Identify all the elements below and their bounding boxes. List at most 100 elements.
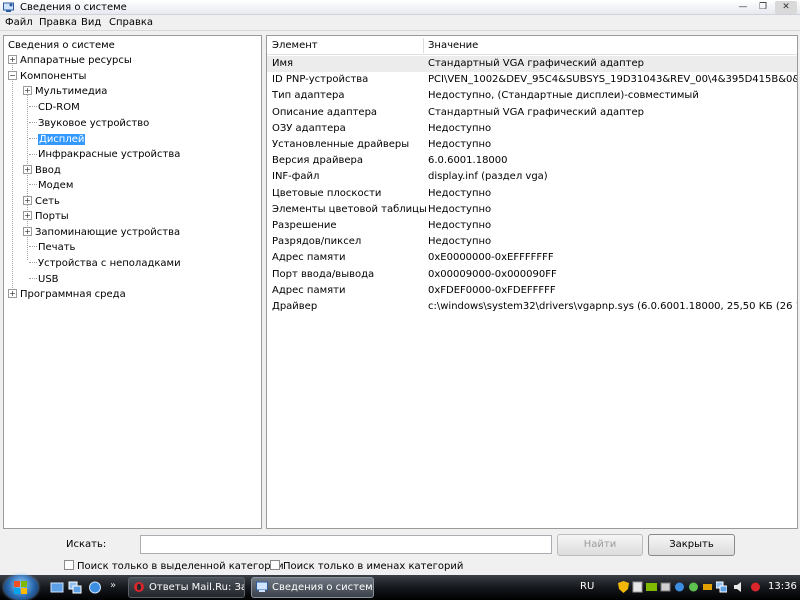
- row-element-cell: Тип адаптера: [272, 90, 345, 102]
- tree-item-root[interactable]: Сведения о системе: [8, 38, 115, 53]
- tray-app-icon[interactable]: [632, 581, 643, 593]
- tree-item-multimedia[interactable]: + Мультимедиа: [23, 84, 107, 99]
- column-header-element[interactable]: Элемент: [272, 36, 318, 55]
- tree-item-software-environment[interactable]: + Программная среда: [8, 287, 126, 302]
- clock[interactable]: 13:36: [768, 581, 797, 593]
- table-row[interactable]: Драйвер c:\windows\system32\drivers\vgapn…: [267, 299, 797, 315]
- row-value-cell: 0x00009000-0x000090FF: [428, 268, 557, 280]
- task-system-info[interactable]: Сведения о системе: [251, 577, 374, 598]
- tree-item-usb[interactable]: USB: [38, 272, 59, 287]
- tray-app-icon[interactable]: [688, 581, 699, 593]
- checkbox-box[interactable]: [64, 560, 74, 570]
- close-window-button[interactable]: ✕: [775, 1, 797, 14]
- table-row[interactable]: Установленные драйверы Недоступно: [267, 137, 797, 153]
- find-button[interactable]: Найти: [557, 534, 643, 556]
- row-value-cell: c:\windows\system32\drivers\vgapnp.sys (…: [428, 301, 797, 312]
- expand-icon[interactable]: +: [8, 55, 17, 64]
- search-selected-category-checkbox[interactable]: Поиск только в выделенной категории: [64, 560, 284, 572]
- table-row[interactable]: Элементы цветовой таблицы Недоступно: [267, 202, 797, 218]
- table-row[interactable]: INF-файл display.inf (раздел vga): [267, 169, 797, 185]
- column-separator[interactable]: [423, 38, 424, 53]
- tree-item-infrared-devices[interactable]: Инфракрасные устройства: [38, 147, 180, 162]
- tree-item-problem-devices[interactable]: Устройства с неполадками: [38, 256, 181, 271]
- tree-item-sound-device[interactable]: Звуковое устройство: [38, 116, 149, 131]
- task-mailru-answers[interactable]: Ответы Mail.Ru: За...: [128, 577, 245, 598]
- tray-app-icon[interactable]: [674, 581, 685, 593]
- tray-app-icon[interactable]: [660, 581, 671, 593]
- row-element-cell: Адрес памяти: [272, 284, 346, 296]
- close-button[interactable]: Закрыть: [648, 534, 735, 556]
- column-header-value[interactable]: Значение: [428, 36, 478, 55]
- tree-item-hardware-resources[interactable]: + Аппаратные ресурсы: [8, 53, 132, 68]
- table-row[interactable]: Разрешение Недоступно: [267, 218, 797, 234]
- menu-edit[interactable]: Правка: [37, 16, 79, 30]
- table-row[interactable]: Адрес памяти 0xE0000000-0xEFFFFFFF: [267, 250, 797, 266]
- category-tree[interactable]: Сведения о системе + Аппаратные ресурсы −…: [3, 35, 262, 529]
- tree-item-input[interactable]: + Ввод: [23, 163, 61, 178]
- maximize-button[interactable]: ❐: [755, 1, 771, 14]
- task-label: Ответы Mail.Ru: За...: [149, 582, 244, 593]
- browser-icon[interactable]: [88, 581, 102, 594]
- volume-icon[interactable]: [734, 581, 745, 593]
- expand-icon[interactable]: +: [23, 165, 32, 174]
- row-value-cell: 0xFDEF0000-0xFDEFFFFF: [428, 284, 556, 296]
- tree-item-printing[interactable]: Печать: [38, 240, 75, 255]
- tree-item-modem[interactable]: Модем: [38, 178, 73, 193]
- expand-icon[interactable]: +: [23, 211, 32, 220]
- language-indicator[interactable]: RU: [580, 581, 594, 593]
- table-row[interactable]: Описание адаптера Стандартный VGA графиче…: [267, 105, 797, 121]
- tray-app-icon[interactable]: [750, 581, 761, 593]
- details-list[interactable]: Элемент Значение Имя Стандартный VGA граф…: [266, 35, 798, 529]
- row-element-cell: Драйвер: [272, 301, 318, 312]
- title-bar[interactable]: Сведения о системе — ❐ ✕: [0, 0, 800, 15]
- tree-item-network[interactable]: + Сеть: [23, 194, 60, 209]
- quick-launch-chevron-icon[interactable]: »: [110, 580, 116, 591]
- table-row[interactable]: Имя Стандартный VGA графический адаптер: [267, 56, 797, 72]
- table-row[interactable]: Цветовые плоскости Недоступно: [267, 186, 797, 202]
- row-element-cell: Цветовые плоскости: [272, 187, 382, 199]
- tree-item-display[interactable]: Дисплей: [38, 132, 86, 147]
- tree-item-cdrom[interactable]: CD-ROM: [38, 100, 80, 115]
- table-row[interactable]: Тип адаптера Недоступно, (Стандартные дис…: [267, 88, 797, 104]
- table-row[interactable]: ID PNP-устройства PCI\VEN_1002&DEV_95C4&S…: [267, 72, 797, 88]
- switch-windows-icon[interactable]: [68, 581, 82, 594]
- menu-file[interactable]: Файл: [3, 16, 35, 30]
- show-desktop-icon[interactable]: [50, 581, 64, 594]
- tree-connector: [12, 58, 13, 294]
- tree-item-label: Запоминающие устройства: [35, 227, 181, 238]
- expand-icon[interactable]: +: [8, 289, 17, 298]
- expand-icon[interactable]: +: [23, 227, 32, 236]
- start-button[interactable]: [4, 575, 38, 600]
- search-input[interactable]: [140, 535, 552, 554]
- row-value-cell: Недоступно: [428, 187, 492, 199]
- tree-connector: [29, 184, 37, 185]
- table-row[interactable]: ОЗУ адаптера Недоступно: [267, 121, 797, 137]
- expand-icon[interactable]: +: [23, 196, 32, 205]
- table-row[interactable]: Адрес памяти 0xFDEF0000-0xFDEFFFFF: [267, 283, 797, 299]
- collapse-icon[interactable]: −: [8, 71, 17, 80]
- minimize-button[interactable]: —: [735, 1, 751, 14]
- menu-help[interactable]: Справка: [107, 16, 155, 30]
- tree-item-label: Модем: [38, 180, 74, 191]
- tree-item-components[interactable]: − Компоненты: [8, 69, 86, 84]
- row-element-cell: Имя: [272, 58, 294, 69]
- taskbar: » Ответы Mail.Ru: За... Сведения о систе…: [0, 575, 800, 600]
- table-row[interactable]: Версия драйвера 6.0.6001.18000: [267, 153, 797, 169]
- tray-app-icon[interactable]: [646, 581, 657, 593]
- row-value-cell: 6.0.6001.18000: [428, 155, 508, 167]
- menu-view[interactable]: Вид: [79, 16, 103, 30]
- tray-app-icon[interactable]: [702, 581, 713, 593]
- table-row[interactable]: Порт ввода/вывода 0x00009000-0x000090FF: [267, 267, 797, 283]
- checkbox-box[interactable]: [270, 560, 280, 570]
- tree-item-storage[interactable]: + Запоминающие устройства: [23, 225, 180, 240]
- row-value-cell: Недоступно: [428, 122, 492, 134]
- network-icon[interactable]: [716, 581, 727, 593]
- task-label: Сведения о системе: [272, 582, 374, 593]
- expand-icon[interactable]: +: [23, 86, 32, 95]
- search-category-names-checkbox[interactable]: Поиск только в именах категорий: [270, 560, 463, 572]
- tree-item-label: Компоненты: [20, 71, 87, 82]
- tree-item-ports[interactable]: + Порты: [23, 209, 69, 224]
- row-value-cell: display.inf (раздел vga): [428, 171, 548, 183]
- table-row[interactable]: Разрядов/пиксел Недоступно: [267, 234, 797, 250]
- security-shield-icon[interactable]: [618, 581, 629, 593]
